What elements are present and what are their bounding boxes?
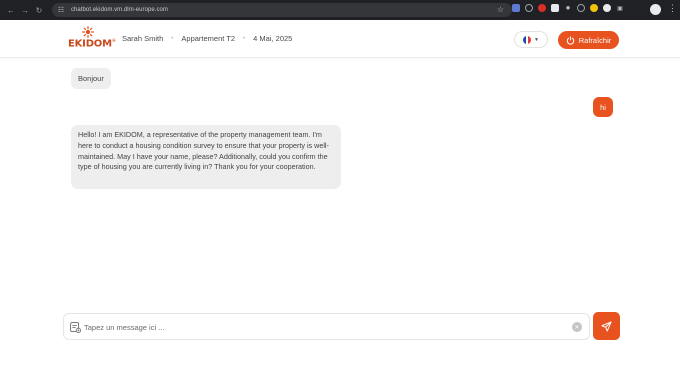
url-text[interactable]: chatbot.ekidom.vm.dlm-europe.com <box>71 7 168 13</box>
language-selector[interactable]: ▼ <box>514 31 548 48</box>
site-info-icon[interactable]: ☷ <box>56 5 66 15</box>
separator-dot: • <box>171 35 174 42</box>
extension-icon[interactable]: ✹ <box>564 4 572 12</box>
address-bar[interactable]: ☷ chatbot.ekidom.vm.dlm-europe.com ☆ <box>52 3 512 17</box>
app-header: EKIDOM® Sarah Smith • Appartement T2 • 4… <box>0 20 680 58</box>
bookmark-star-icon[interactable]: ☆ <box>497 5 504 14</box>
refresh-label: Rafraîchir <box>578 35 612 45</box>
send-icon <box>601 320 612 332</box>
clear-icon[interactable]: ✕ <box>572 322 582 332</box>
property-type: Appartement T2 <box>181 34 236 43</box>
logo-mark-icon <box>82 26 94 38</box>
ekidom-logo: EKIDOM® <box>66 26 116 54</box>
extensions-row: ✹ ▣ <box>512 4 624 12</box>
bot-message: Bonjour <box>71 68 111 89</box>
extension-icon[interactable] <box>577 4 585 12</box>
message-composer: ✕ <box>63 313 590 340</box>
reload-icon[interactable]: ↻ <box>32 0 46 20</box>
send-button[interactable] <box>593 312 620 340</box>
forward-icon[interactable]: → <box>18 0 32 20</box>
back-icon[interactable]: ← <box>4 0 18 20</box>
browser-menu-icon[interactable]: ⋮ <box>668 3 677 14</box>
extension-icon[interactable] <box>590 4 598 12</box>
logo-text: EKIDOM® <box>68 38 116 50</box>
extension-icon[interactable] <box>603 4 611 12</box>
user-message: hi <box>593 97 613 117</box>
caret-down-icon: ▼ <box>534 36 539 43</box>
extension-icon[interactable] <box>551 4 559 12</box>
refresh-button[interactable]: Rafraîchir <box>558 31 619 49</box>
extension-icon[interactable] <box>512 4 520 12</box>
message-input[interactable] <box>84 315 564 339</box>
extension-icon[interactable] <box>538 4 546 12</box>
browser-toolbar: ← → ↻ ☷ chatbot.ekidom.vm.dlm-europe.com… <box>0 0 680 20</box>
attachment-icon[interactable] <box>70 322 81 333</box>
puzzle-icon[interactable]: ▣ <box>616 4 624 12</box>
session-date: 4 Mai, 2025 <box>253 34 293 43</box>
separator-dot: • <box>243 35 246 42</box>
extension-icon[interactable] <box>525 4 533 12</box>
bot-message: Hello! I am EKIDOM, a representative of … <box>71 125 341 189</box>
french-flag-icon <box>523 35 532 44</box>
power-refresh-icon <box>566 35 574 45</box>
user-name: Sarah Smith <box>122 34 164 43</box>
profile-avatar[interactable] <box>650 4 661 15</box>
session-meta: Sarah Smith • Appartement T2 • 4 Mai, 20… <box>122 34 292 43</box>
